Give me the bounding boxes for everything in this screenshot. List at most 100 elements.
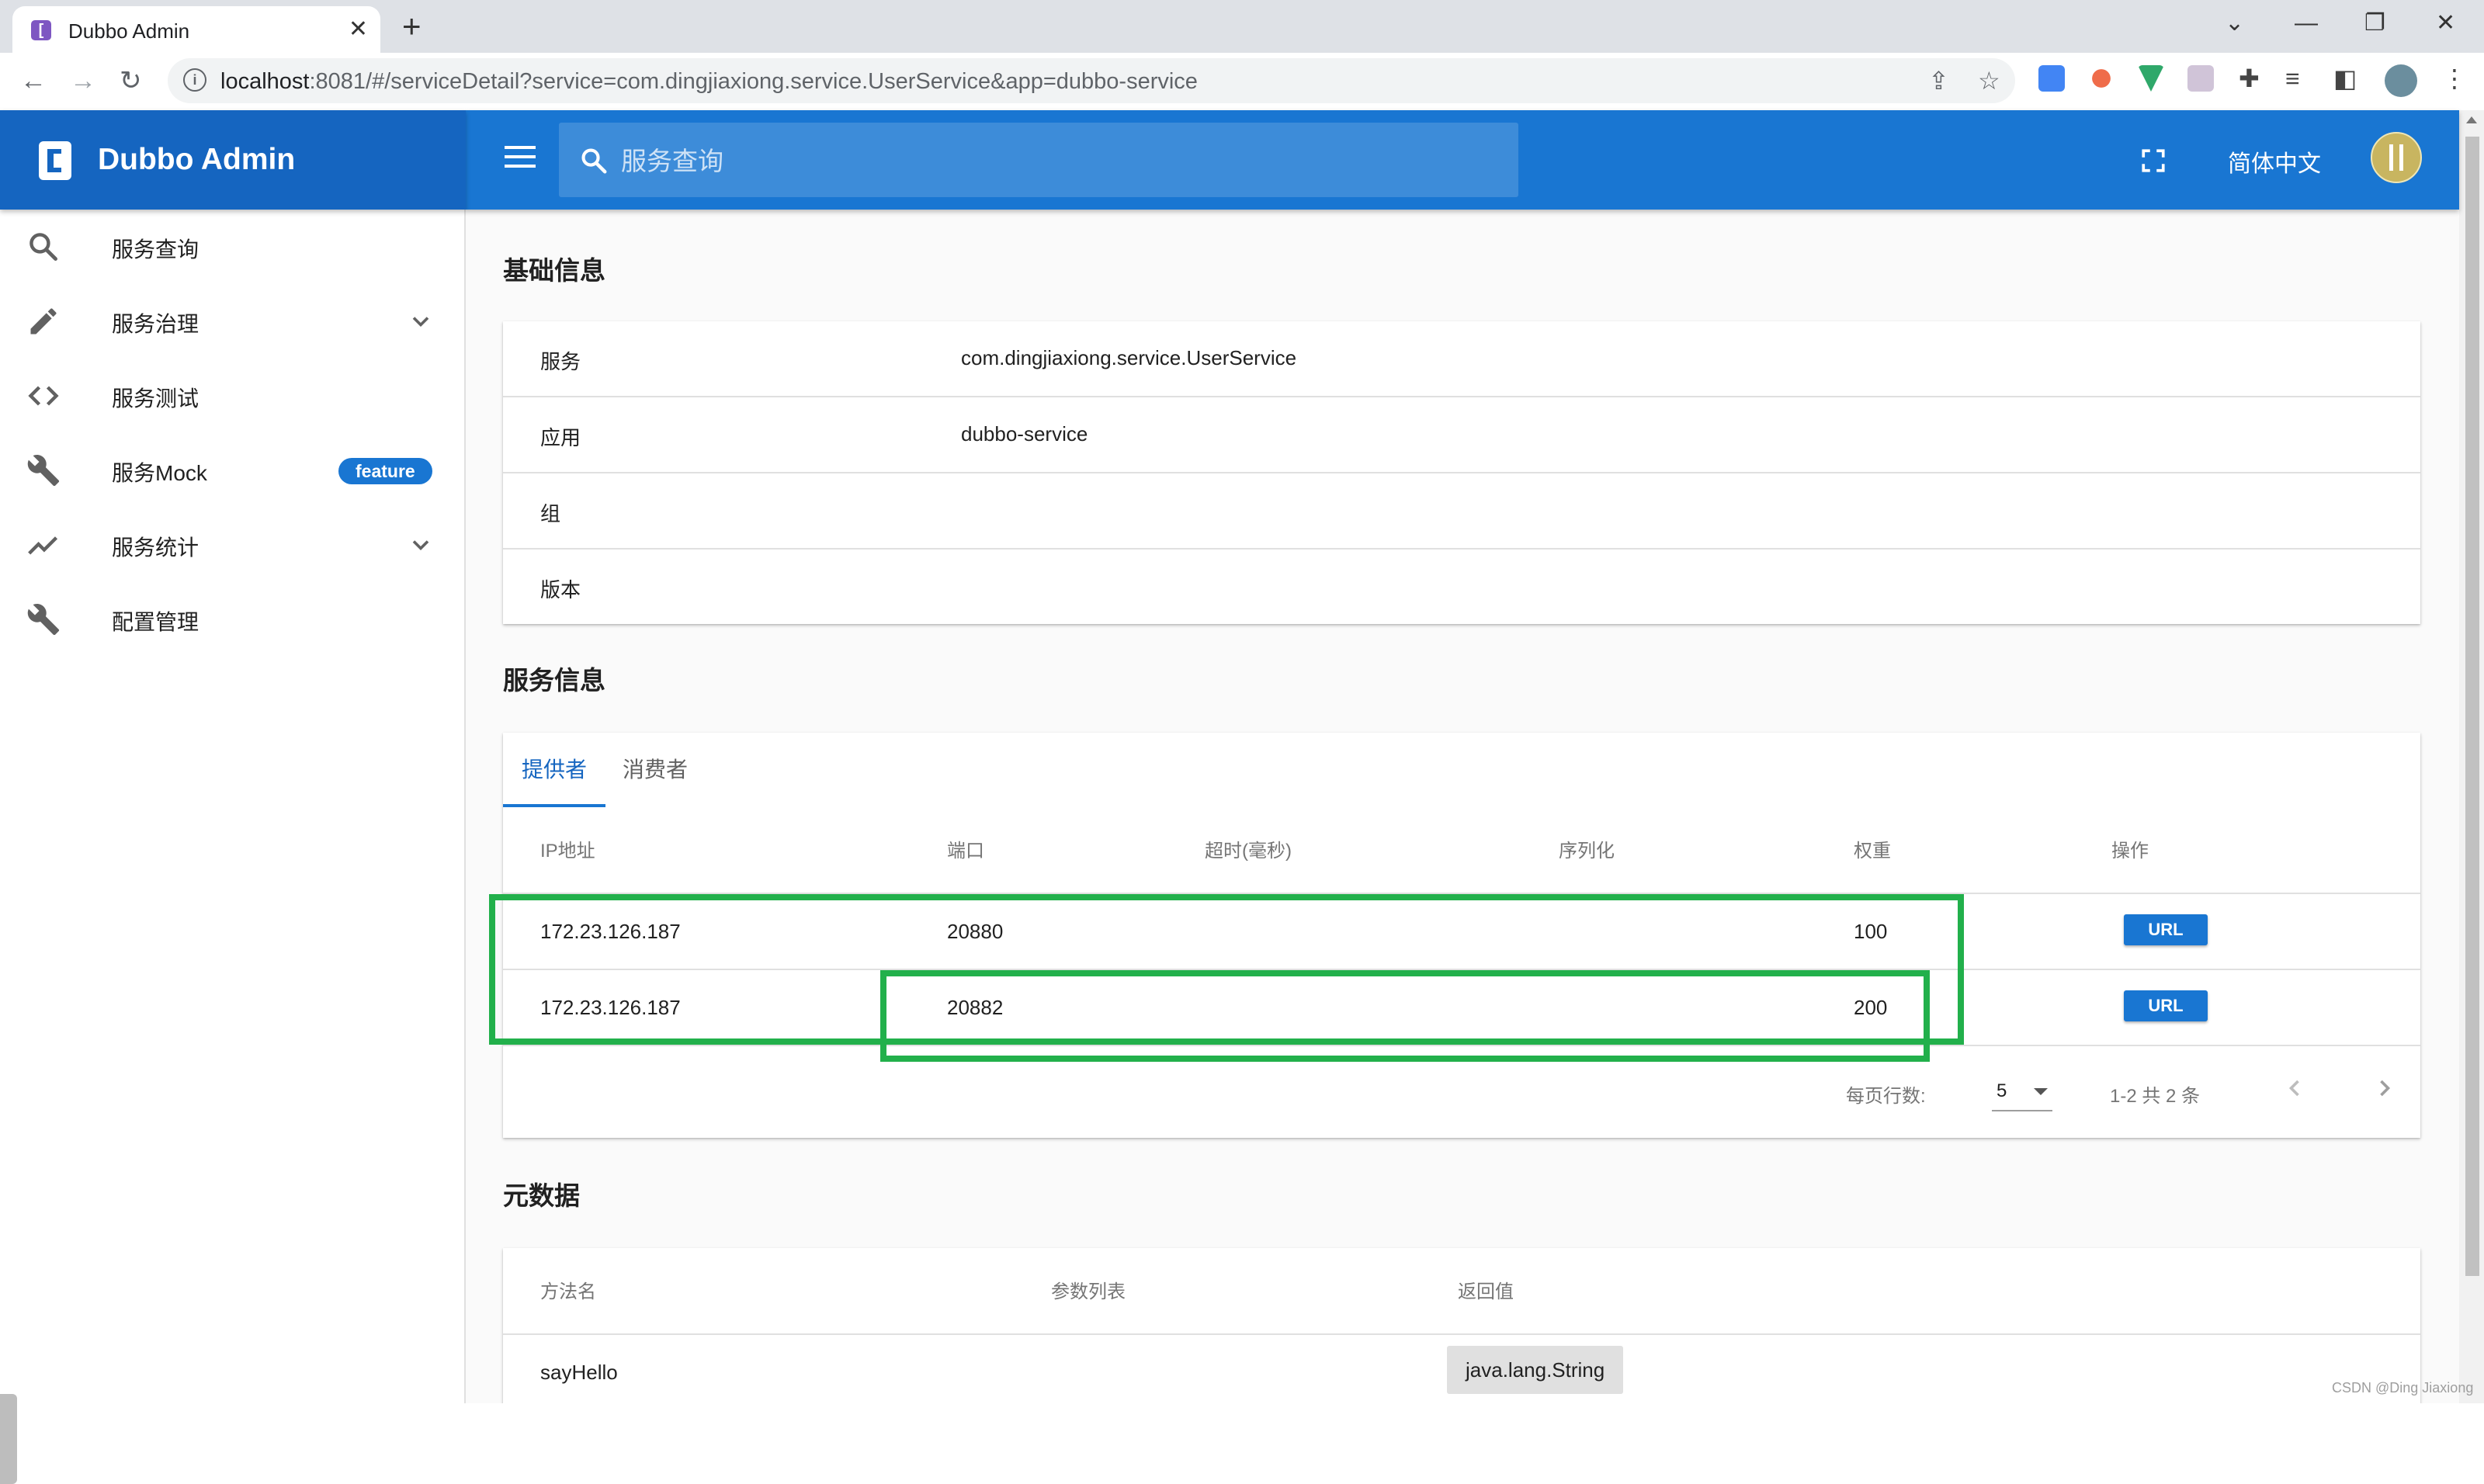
sidebar-item-service-mock[interactable]: 服务Mock feature bbox=[0, 433, 464, 508]
column-header[interactable]: IP地址 bbox=[540, 835, 595, 862]
column-header[interactable]: 方法名 bbox=[540, 1276, 596, 1303]
sidebar-resize-handle[interactable] bbox=[0, 1394, 17, 1484]
chevron-down-icon[interactable] bbox=[407, 307, 435, 335]
bookmark-star-icon[interactable]: ☆ bbox=[1978, 66, 2000, 95]
chevron-left-icon[interactable] bbox=[2281, 1074, 2309, 1102]
close-tab-icon[interactable]: ✕ bbox=[349, 16, 368, 43]
url-button[interactable]: URL bbox=[2124, 990, 2208, 1021]
provider-ip: 172.23.126.187 bbox=[540, 996, 681, 1019]
extension-red-icon[interactable] bbox=[2092, 69, 2111, 88]
sidebar-item-service-query[interactable]: 服务查询 bbox=[0, 210, 464, 284]
table-row: 172.23.126.187 20880 100 URL bbox=[503, 893, 2420, 969]
rows-per-page-select[interactable]: 5 bbox=[1992, 1074, 2052, 1111]
code-icon bbox=[28, 386, 59, 406]
tab-search-icon[interactable]: ⌄ bbox=[2225, 6, 2244, 40]
browser-tabstrip: [ Dubbo Admin ✕ + ⌄ — ❐ ✕ bbox=[0, 0, 2484, 53]
tab-consumers[interactable]: 消费者 bbox=[605, 733, 705, 807]
search-icon bbox=[29, 233, 57, 261]
chevron-down-icon[interactable] bbox=[407, 531, 435, 559]
sidebar-item-label: 服务查询 bbox=[112, 238, 199, 262]
minimize-button[interactable]: — bbox=[2295, 6, 2318, 40]
metadata-card: 方法名 参数列表 返回值 sayHello java.lang.String bbox=[503, 1248, 2420, 1403]
address-bar[interactable]: i localhost:8081/#/serviceDetail?service… bbox=[168, 58, 2015, 103]
column-header[interactable]: 参数列表 bbox=[1051, 1276, 1126, 1303]
sidebar-item-config-management[interactable]: 配置管理 bbox=[0, 582, 464, 657]
browser-menu-icon[interactable]: ⋮ bbox=[2442, 64, 2467, 93]
profile-avatar[interactable] bbox=[2385, 64, 2417, 97]
info-value: dubbo-service bbox=[961, 422, 1088, 446]
url-path: :8081/#/serviceDetail?service=com.dingji… bbox=[309, 69, 1198, 94]
feature-badge: feature bbox=[338, 458, 432, 484]
wrench-icon bbox=[27, 455, 60, 487]
extensions-puzzle-icon[interactable]: ✚ bbox=[2239, 64, 2260, 93]
pencil-icon bbox=[30, 308, 57, 335]
main-content: 基础信息 服务 com.dingjiaxiong.service.UserSer… bbox=[466, 210, 2459, 1403]
side-panel-icon[interactable]: ◧ bbox=[2333, 64, 2357, 93]
column-header[interactable]: 超时(毫秒) bbox=[1205, 835, 1292, 862]
language-selector[interactable]: 简体中文 bbox=[2228, 144, 2321, 179]
page-scrollbar[interactable] bbox=[2459, 110, 2484, 1403]
app-toolbar: 简体中文 bbox=[466, 110, 2459, 210]
url-text[interactable]: localhost:8081/#/serviceDetail?service=c… bbox=[220, 69, 1198, 95]
basic-info-row: 应用 dubbo-service bbox=[503, 397, 2420, 473]
fullscreen-icon[interactable] bbox=[2140, 147, 2167, 174]
info-value: com.dingjiaxiong.service.UserService bbox=[961, 346, 1297, 369]
wrench-icon bbox=[27, 604, 60, 636]
method-name: sayHello bbox=[540, 1361, 618, 1384]
metadata-title: 元数据 bbox=[503, 1181, 580, 1210]
user-avatar[interactable] bbox=[2371, 132, 2422, 183]
info-key: 组 bbox=[540, 502, 561, 525]
menu-icon[interactable] bbox=[505, 146, 536, 169]
rows-per-page-value: 5 bbox=[1997, 1080, 2007, 1101]
sidebar-item-label: 服务统计 bbox=[112, 536, 199, 560]
browser-toolbar: ← → ↻ i localhost:8081/#/serviceDetail?s… bbox=[0, 53, 2484, 111]
provider-port: 20882 bbox=[947, 996, 1004, 1019]
browser-tab[interactable]: [ Dubbo Admin ✕ bbox=[12, 6, 380, 53]
sidebar-item-service-statistics[interactable]: 服务统计 bbox=[0, 508, 464, 582]
basic-info-row: 版本 bbox=[503, 550, 2420, 624]
search-input[interactable] bbox=[619, 143, 1476, 180]
column-header[interactable]: 序列化 bbox=[1559, 835, 1615, 862]
restore-button[interactable]: ❐ bbox=[2364, 6, 2385, 40]
tab-providers[interactable]: 提供者 bbox=[503, 733, 605, 807]
forward-button[interactable]: → bbox=[70, 64, 96, 98]
column-header[interactable]: 端口 bbox=[947, 835, 984, 862]
table-header: IP地址 端口 超时(毫秒) 序列化 权重 操作 bbox=[503, 807, 2420, 893]
scroll-thumb[interactable] bbox=[2465, 137, 2479, 1276]
brand-name: Dubbo Admin bbox=[98, 143, 296, 176]
sidebar-item-label: 服务治理 bbox=[112, 312, 199, 336]
translate-extension-icon[interactable] bbox=[2038, 65, 2065, 92]
sidebar-item-label: 配置管理 bbox=[112, 610, 199, 634]
reading-list-icon[interactable]: ≡ bbox=[2285, 64, 2300, 93]
close-window-button[interactable]: ✕ bbox=[2436, 6, 2455, 40]
sidebar-item-service-governance[interactable]: 服务治理 bbox=[0, 284, 464, 359]
provider-weight: 100 bbox=[1854, 920, 1888, 943]
table-pagination: 每页行数: 5 1-2 共 2 条 bbox=[503, 1045, 2420, 1138]
service-info-title: 服务信息 bbox=[503, 666, 605, 695]
search-icon bbox=[581, 148, 607, 174]
back-button[interactable]: ← bbox=[20, 64, 47, 98]
brand-header: Dubbo Admin bbox=[0, 110, 466, 210]
url-button[interactable]: URL bbox=[2124, 914, 2208, 945]
new-tab-button[interactable]: + bbox=[402, 8, 422, 45]
extension-screen-icon[interactable] bbox=[2187, 65, 2214, 92]
column-header[interactable]: 返回值 bbox=[1458, 1276, 1514, 1303]
chevron-right-icon[interactable] bbox=[2371, 1074, 2399, 1102]
metadata-header: 方法名 参数列表 返回值 bbox=[503, 1248, 2420, 1333]
basic-info-row: 组 bbox=[503, 473, 2420, 550]
dubbo-logo-icon bbox=[39, 141, 71, 180]
sidebar-item-service-test[interactable]: 服务测试 bbox=[0, 359, 464, 433]
share-icon[interactable]: ⇪ bbox=[1928, 66, 1949, 95]
scroll-up-icon[interactable] bbox=[2466, 116, 2477, 123]
provider-port: 20880 bbox=[947, 920, 1004, 943]
provider-ip: 172.23.126.187 bbox=[540, 920, 681, 943]
column-header[interactable]: 操作 bbox=[2111, 835, 2149, 862]
dubbo-favicon-icon: [ bbox=[31, 20, 51, 40]
site-info-icon[interactable]: i bbox=[183, 68, 206, 92]
reload-button[interactable]: ↻ bbox=[120, 64, 142, 98]
watermark: CSDN @Ding Jiaxiong bbox=[2332, 1380, 2474, 1396]
basic-info-title: 基础信息 bbox=[503, 256, 605, 285]
column-header[interactable]: 权重 bbox=[1854, 835, 1891, 862]
service-search[interactable] bbox=[559, 123, 1518, 197]
dropdown-arrow-icon bbox=[2034, 1088, 2048, 1095]
